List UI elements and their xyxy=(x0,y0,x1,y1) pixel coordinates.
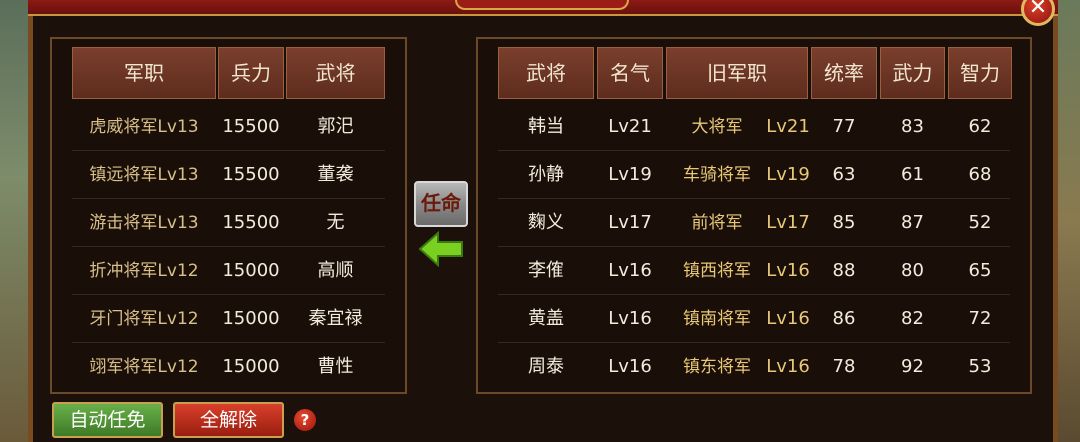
old-level-cell: Lv19 xyxy=(766,164,810,185)
general-cell: 孙静 xyxy=(528,164,564,185)
general-cell: 郭汜 xyxy=(317,116,354,137)
old-level-cell: Lv17 xyxy=(766,212,810,233)
table-row[interactable]: 翊军将军Lv12 15000 曹性 xyxy=(52,343,405,391)
position-cell: 游击将军Lv13 xyxy=(89,213,199,233)
header-old-position: 旧军职 xyxy=(666,47,808,99)
command-cell: 85 xyxy=(832,212,856,233)
old-level-cell: Lv16 xyxy=(766,356,810,377)
help-icon[interactable]: ? xyxy=(294,409,316,431)
old-position-cell: 镇东将军 xyxy=(683,357,751,377)
intellect-cell: 65 xyxy=(968,260,992,281)
general-cell: 周泰 xyxy=(528,356,564,377)
header-force: 武力 xyxy=(880,47,945,99)
force-cell: 87 xyxy=(901,212,924,233)
fame-cell: Lv16 xyxy=(608,260,652,281)
troops-cell: 15000 xyxy=(222,260,280,281)
military-positions-panel: 军职 兵力 武将 虎威将军Lv13 15500 郭汜 镇远将军Lv13 1550… xyxy=(50,37,407,394)
troops-cell: 15500 xyxy=(222,164,280,185)
table-row[interactable]: 李傕 Lv16 镇西将军 Lv16 88 80 65 xyxy=(478,247,1030,295)
general-cell: 黄盖 xyxy=(528,308,564,329)
position-cell: 翊军将军Lv12 xyxy=(89,357,199,377)
troops-cell: 15000 xyxy=(222,356,280,377)
header-general: 武将 xyxy=(498,47,594,99)
header-general: 武将 xyxy=(286,47,385,99)
title-plate xyxy=(455,0,629,10)
fame-cell: Lv21 xyxy=(608,116,652,137)
table-row[interactable]: 牙门将军Lv12 15000 秦宜禄 xyxy=(52,295,405,343)
position-cell: 镇远将军Lv13 xyxy=(89,165,199,185)
general-cell: 麴义 xyxy=(528,212,564,233)
table-row[interactable]: 镇远将军Lv13 15500 董袭 xyxy=(52,151,405,199)
table-row[interactable]: 折冲将军Lv12 15000 高顺 xyxy=(52,247,405,295)
old-level-cell: Lv16 xyxy=(766,260,810,281)
position-cell: 牙门将军Lv12 xyxy=(89,309,199,329)
force-cell: 80 xyxy=(901,260,924,281)
old-position-cell: 前将军 xyxy=(691,213,743,233)
fame-cell: Lv16 xyxy=(608,356,652,377)
clear-all-button[interactable]: 全解除 xyxy=(173,402,284,438)
header-troops: 兵力 xyxy=(218,47,284,99)
header-position: 军职 xyxy=(72,47,216,99)
fame-cell: Lv17 xyxy=(608,212,652,233)
troops-cell: 15500 xyxy=(222,212,280,233)
header-intellect: 智力 xyxy=(948,47,1012,99)
intellect-cell: 62 xyxy=(968,116,992,137)
close-icon: ✕ xyxy=(1028,0,1048,20)
arrow-left-icon[interactable] xyxy=(418,231,464,267)
header-command: 统率 xyxy=(811,47,877,99)
general-cell: 李傕 xyxy=(528,260,564,281)
old-level-cell: Lv16 xyxy=(766,308,810,329)
fame-cell: Lv16 xyxy=(608,308,652,329)
table-row[interactable]: 韩当 Lv21 大将军 Lv21 77 83 62 xyxy=(478,103,1030,151)
command-cell: 77 xyxy=(832,116,856,137)
table-row[interactable]: 周泰 Lv16 镇东将军 Lv16 78 92 53 xyxy=(478,343,1030,391)
appoint-button[interactable]: 任命 xyxy=(414,181,468,227)
general-cell: 高顺 xyxy=(317,260,354,281)
command-cell: 63 xyxy=(832,164,856,185)
fame-cell: Lv19 xyxy=(608,164,652,185)
table-row[interactable]: 游击将军Lv13 15500 无 xyxy=(52,199,405,247)
generals-panel: 武将 名气 旧军职 统率 武力 智力 韩当 Lv21 大将军 Lv21 77 8… xyxy=(476,37,1032,394)
intellect-cell: 68 xyxy=(968,164,992,185)
command-cell: 86 xyxy=(832,308,856,329)
force-cell: 83 xyxy=(901,116,924,137)
position-cell: 虎威将军Lv13 xyxy=(89,117,199,137)
table-row[interactable]: 黄盖 Lv16 镇南将军 Lv16 86 82 72 xyxy=(478,295,1030,343)
old-position-cell: 镇南将军 xyxy=(683,309,751,329)
force-cell: 82 xyxy=(901,308,924,329)
force-cell: 61 xyxy=(901,164,924,185)
general-cell: 秦宜禄 xyxy=(308,308,363,329)
old-level-cell: Lv21 xyxy=(766,116,810,137)
command-cell: 88 xyxy=(832,260,856,281)
force-cell: 92 xyxy=(901,356,924,377)
position-cell: 折冲将军Lv12 xyxy=(89,261,199,281)
intellect-cell: 53 xyxy=(968,356,992,377)
header-fame: 名气 xyxy=(597,47,663,99)
general-cell: 韩当 xyxy=(528,116,564,137)
troops-cell: 15500 xyxy=(222,116,280,137)
old-position-cell: 镇西将军 xyxy=(683,261,751,281)
intellect-cell: 72 xyxy=(968,308,992,329)
table-row[interactable]: 麴义 Lv17 前将军 Lv17 85 87 52 xyxy=(478,199,1030,247)
table-row[interactable]: 虎威将军Lv13 15500 郭汜 xyxy=(52,103,405,151)
old-position-cell: 大将军 xyxy=(691,117,743,137)
general-cell: 曹性 xyxy=(317,356,354,377)
command-cell: 78 xyxy=(832,356,856,377)
auto-appoint-button[interactable]: 自动任免 xyxy=(52,402,163,438)
table-row[interactable]: 孙静 Lv19 车骑将军 Lv19 63 61 68 xyxy=(478,151,1030,199)
old-position-cell: 车骑将军 xyxy=(683,165,751,185)
general-cell: 董袭 xyxy=(317,164,354,185)
intellect-cell: 52 xyxy=(968,212,992,233)
troops-cell: 15000 xyxy=(222,308,280,329)
general-cell: 无 xyxy=(326,212,345,233)
